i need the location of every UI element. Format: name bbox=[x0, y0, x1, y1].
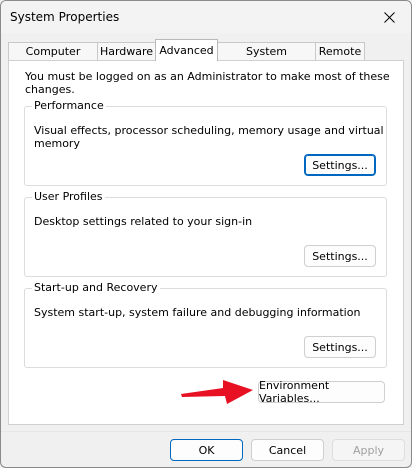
close-button[interactable] bbox=[367, 1, 411, 33]
startup-recovery-title: Start-up and Recovery bbox=[32, 281, 160, 294]
ok-button[interactable]: OK bbox=[170, 439, 243, 461]
title-bar: System Properties bbox=[1, 1, 411, 33]
environment-variables-button[interactable]: Environment Variables... bbox=[258, 379, 385, 405]
startup-recovery-settings-button[interactable]: Settings... bbox=[304, 336, 376, 358]
user-profiles-description: Desktop settings related to your sign-in bbox=[34, 215, 253, 228]
system-properties-window: System Properties Computer Name Hardware… bbox=[0, 0, 412, 468]
startup-recovery-description: System start-up, system failure and debu… bbox=[34, 306, 361, 319]
performance-title: Performance bbox=[32, 99, 106, 112]
footer-separator bbox=[1, 431, 411, 432]
cancel-button[interactable]: Cancel bbox=[251, 439, 324, 461]
tab-remote[interactable]: Remote bbox=[315, 42, 365, 60]
tab-hardware[interactable]: Hardware bbox=[97, 42, 156, 60]
red-arrow-icon bbox=[181, 380, 253, 404]
tab-system-protection[interactable]: System Protection bbox=[217, 42, 316, 75]
user-profiles-group: User Profiles Desktop settings related t… bbox=[24, 190, 387, 277]
apply-button[interactable]: Apply bbox=[332, 439, 405, 461]
advanced-tab-panel: You must be logged on as an Administrato… bbox=[8, 60, 404, 425]
close-icon bbox=[383, 11, 395, 23]
admin-note: You must be logged on as an Administrato… bbox=[25, 70, 390, 96]
tab-advanced[interactable]: Advanced bbox=[155, 39, 218, 61]
window-title: System Properties bbox=[10, 10, 120, 24]
performance-settings-button[interactable]: Settings... bbox=[304, 154, 376, 176]
startup-recovery-group: Start-up and Recovery System start-up, s… bbox=[24, 281, 387, 368]
tab-computer-name[interactable]: Computer Name bbox=[8, 42, 98, 75]
user-profiles-settings-button[interactable]: Settings... bbox=[304, 245, 376, 267]
performance-description: Visual effects, processor scheduling, me… bbox=[34, 124, 384, 150]
user-profiles-title: User Profiles bbox=[32, 190, 105, 203]
performance-group: Performance Visual effects, processor sc… bbox=[24, 99, 387, 186]
